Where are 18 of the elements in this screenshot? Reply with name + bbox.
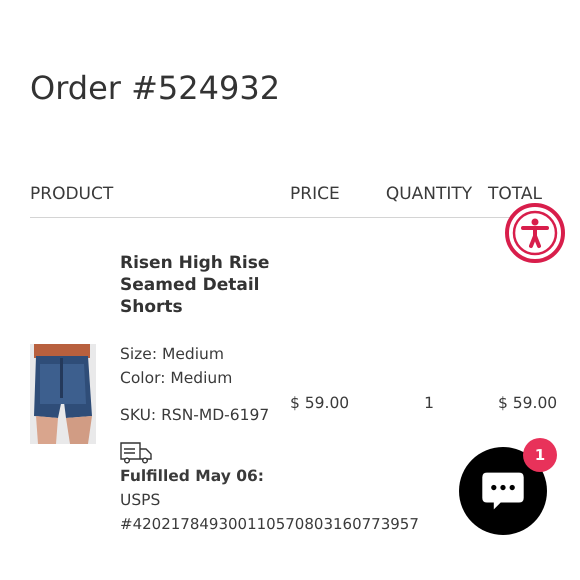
column-header: PRODUCT [30,183,114,206]
size-text: Size: Medium [120,344,224,365]
tracking-number[interactable]: #420217849300110570803160773957 [120,512,419,536]
order-title: Order #524932 [30,68,280,108]
sku-text: SKU: RSN-MD-6197 [120,405,270,426]
quantity-text: 1 [424,393,434,414]
total-text: $ 59.00 [498,393,558,414]
notification-badge: 1 [523,438,557,472]
column-header: TOTAL [488,183,542,206]
price-text: $ 59.00 [290,393,350,414]
column-header: QUANTITY [386,183,472,206]
fulfillment-date: Fulfilled May 06: [120,466,264,487]
carrier-text: USPS [120,490,160,511]
accessibility-button[interactable] [505,203,565,263]
truck-icon [120,442,152,464]
column-header: PRICE [290,183,340,206]
product-name[interactable]: Risen High Rise Seamed Detail Shorts [120,252,280,318]
color-text: Color: Medium [120,368,232,389]
